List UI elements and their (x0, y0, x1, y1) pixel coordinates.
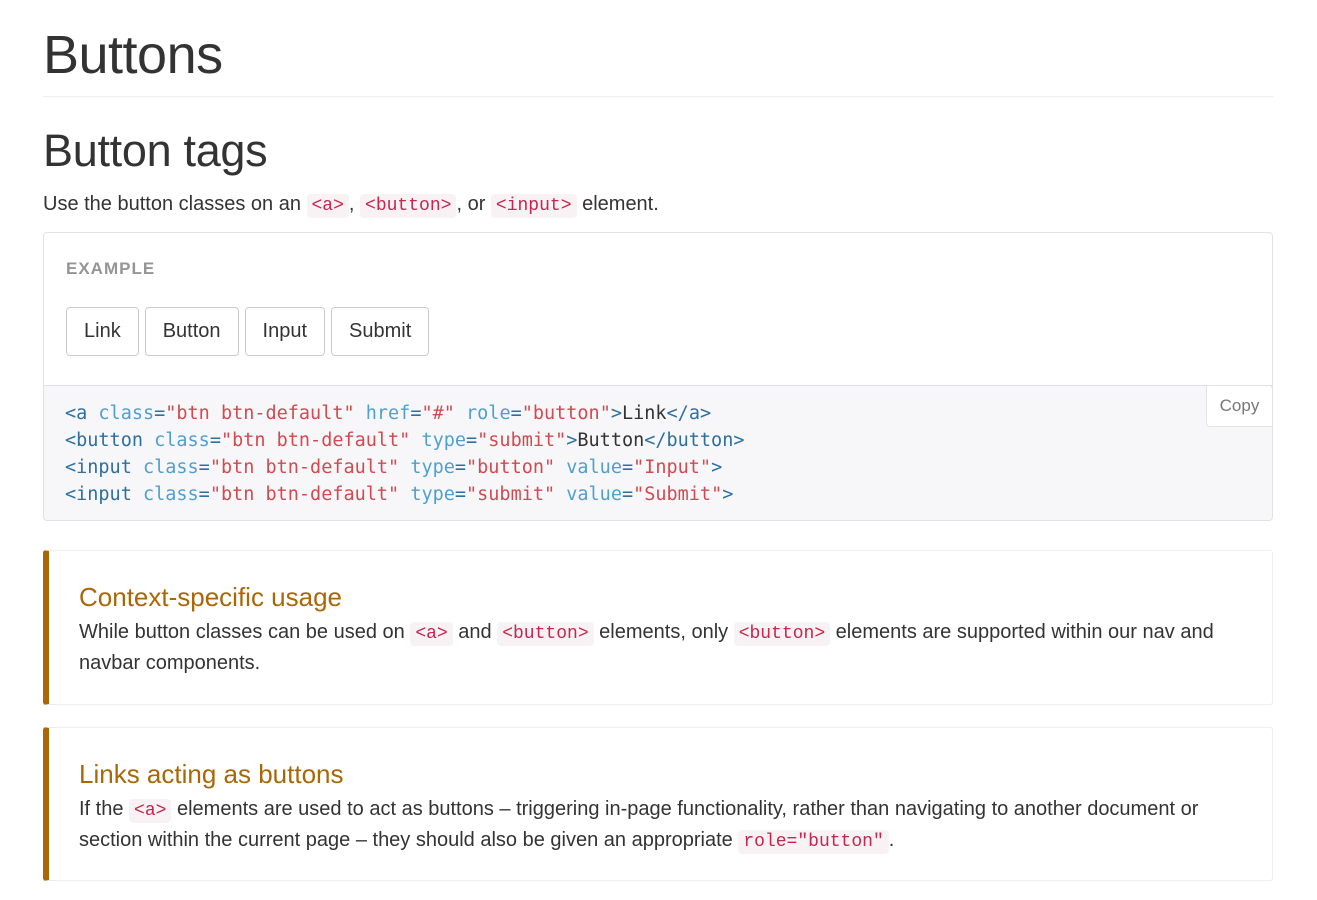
code-line: <a class="btn btn-default" href="#" role… (65, 400, 744, 427)
submit-button[interactable]: Submit (331, 307, 430, 356)
code-token: "btn btn-default" (209, 457, 400, 478)
code-token: > (711, 457, 723, 478)
code-token: = (454, 457, 467, 478)
button-button[interactable]: Button (144, 307, 239, 356)
code-line: <input class="btn btn-default" type="but… (65, 454, 744, 481)
code-token: href (365, 403, 411, 424)
callout-text: . (888, 829, 895, 851)
code-token: = (410, 403, 422, 424)
inline-code: <button> (497, 622, 594, 646)
callout-title: Context-specific usage (79, 582, 343, 612)
code-token: = (154, 403, 166, 424)
code-token: type (410, 457, 455, 478)
code-token: "Input" (633, 457, 712, 478)
example-label: EXAMPLE (66, 259, 156, 278)
inline-code: <a> (129, 799, 172, 823)
page-title: Buttons (43, 25, 223, 85)
code-token: type (421, 430, 467, 451)
code-token: = (198, 484, 210, 505)
code-token: = (454, 484, 467, 505)
code-token: Link (621, 403, 667, 424)
lead-text: Use the button classes on an (43, 193, 307, 215)
code-token: value (566, 484, 622, 505)
code-token: = (466, 430, 478, 451)
inline-code: role="button" (738, 830, 889, 854)
section-lead: Use the button classes on an <a>, <butto… (43, 190, 659, 220)
link-button[interactable]: Link (66, 307, 139, 356)
code-lines: <a class="btn btn-default" href="#" role… (65, 400, 744, 508)
code-token: = (198, 457, 210, 478)
callout-title: Links acting as buttons (79, 759, 344, 789)
callout-body: While button classes can be used on <a> … (79, 618, 1249, 678)
code-token: = (621, 484, 634, 505)
callout-text: and (452, 621, 498, 643)
title-divider (43, 96, 1273, 97)
inline-code-input: <input> (490, 194, 577, 218)
code-token: </a> (666, 403, 712, 424)
callout-context-usage: Context-specific usage While button clas… (43, 550, 1273, 705)
lead-text: element. (576, 193, 659, 215)
code-line: <input class="btn btn-default" type="sub… (65, 481, 744, 508)
callout-text: elements are used to act as buttons – tr… (79, 798, 1199, 851)
code-token: type (410, 484, 455, 505)
code-token: > (610, 403, 622, 424)
inline-code-button: <button> (360, 194, 457, 218)
code-token: = (209, 430, 221, 451)
code-token: "btn btn-default" (220, 430, 411, 451)
lead-text: , or (456, 193, 491, 215)
code-token: value (566, 457, 622, 478)
code-token: = (510, 403, 522, 424)
code-token: > (722, 484, 734, 505)
inline-code: <button> (733, 622, 831, 646)
callout-text: While button classes can be used on (79, 621, 411, 643)
code-token: class (142, 457, 199, 478)
callout-text: If the (79, 798, 130, 820)
section-title: Button tags (43, 125, 268, 176)
code-token: role (466, 403, 511, 424)
code-token: class (154, 430, 210, 451)
code-token: <input (65, 484, 132, 505)
code-token: </button> (644, 430, 745, 451)
code-token: "btn btn-default" (209, 484, 400, 505)
callout-links-as-buttons: Links acting as buttons If the <a> eleme… (43, 727, 1273, 881)
example-panel: EXAMPLE Link Button Input Submit (43, 232, 1273, 386)
code-token: <button (65, 430, 143, 451)
inline-code-a: <a> (306, 194, 349, 218)
code-token: class (98, 403, 155, 424)
code-token: class (142, 484, 199, 505)
callout-text: elements, only (593, 621, 734, 643)
code-token: "button" (521, 403, 611, 424)
inline-code: <a> (410, 622, 453, 646)
callout-body: If the <a> elements are used to act as b… (79, 795, 1249, 857)
code-token: "submit" (477, 430, 567, 451)
code-line: <button class="btn btn-default" type="su… (65, 427, 744, 454)
code-token: = (621, 457, 634, 478)
code-token: "Submit" (633, 484, 723, 505)
code-token: <input (65, 457, 132, 478)
code-token: "#" (421, 403, 455, 424)
copy-button[interactable]: Copy (1206, 385, 1273, 427)
input-button[interactable]: Input (244, 307, 326, 356)
code-token: "submit" (466, 484, 556, 505)
code-token: Button (577, 430, 645, 451)
code-token: "button" (466, 457, 556, 478)
code-snippet: <a class="btn btn-default" href="#" role… (43, 385, 1273, 521)
code-token: > (566, 430, 578, 451)
lead-text: , (348, 193, 361, 215)
code-token: "btn btn-default" (165, 403, 355, 424)
example-button-row: Link Button Input Submit (66, 307, 430, 356)
code-token: <a (65, 403, 88, 424)
